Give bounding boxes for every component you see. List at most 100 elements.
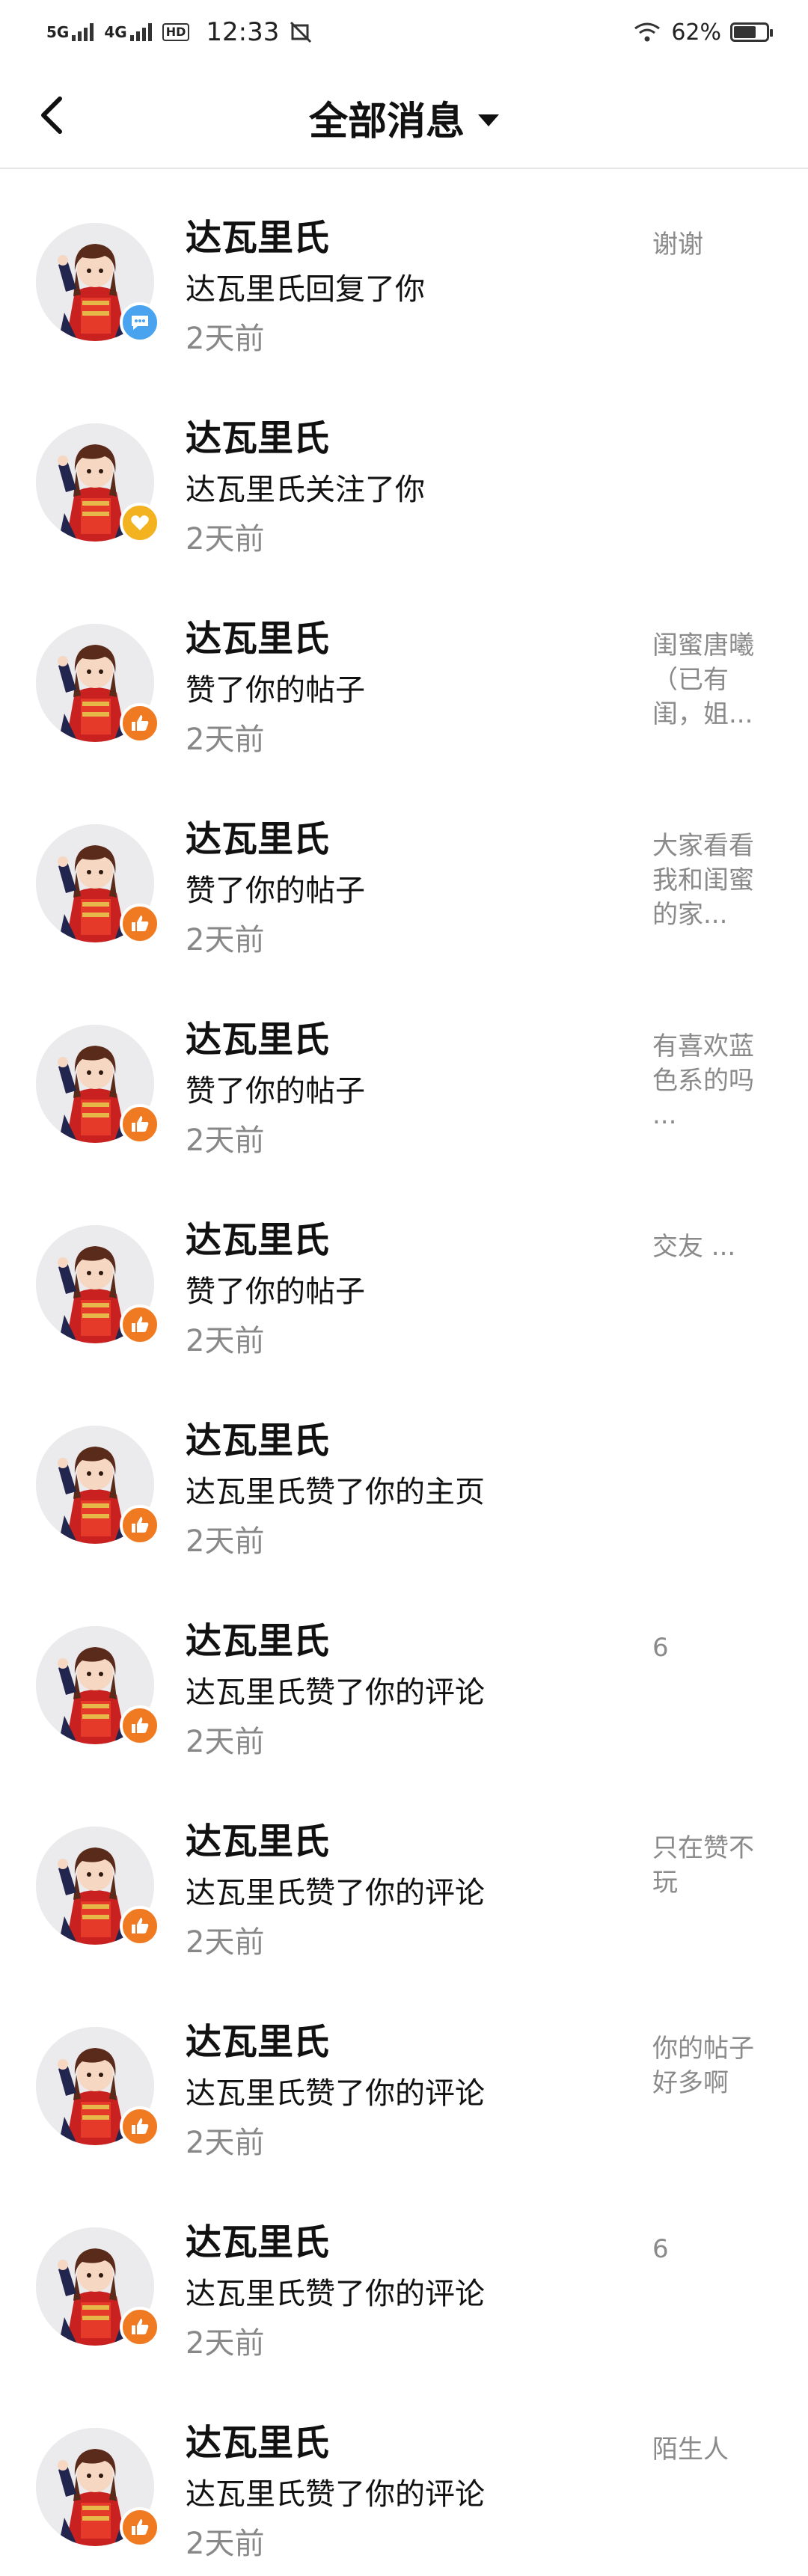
message-row[interactable]: 达瓦里氏 达瓦里氏赞了你的评论 2天前 6 bbox=[0, 2174, 808, 2374]
message-row[interactable]: 达瓦里氏 达瓦里氏赞了你的评论 2天前 你的帖子好多啊 bbox=[0, 1973, 808, 2174]
message-row[interactable]: 达瓦里氏 赞了你的帖子 2天前 交友 ... bbox=[0, 1171, 808, 1372]
timestamp: 2天前 bbox=[186, 723, 265, 757]
net1-label: 5G bbox=[46, 23, 70, 41]
notification-type-badge bbox=[120, 703, 160, 743]
message-row[interactable]: 达瓦里氏 赞了你的帖子 2天前 闺蜜唐曦（已有闺，姐... bbox=[0, 570, 808, 770]
notification-type-badge bbox=[120, 1906, 160, 1946]
notification-type-badge bbox=[120, 302, 160, 343]
notification-text: 达瓦里氏赞了你的评论 bbox=[186, 2277, 485, 2311]
top-header: 全部消息 bbox=[0, 64, 808, 169]
message-row[interactable]: 达瓦里氏 达瓦里氏关注了你 2天前 bbox=[0, 369, 808, 570]
post-snippet[interactable]: 只在赞不玩 bbox=[652, 1831, 772, 1900]
message-row[interactable]: 达瓦里氏 达瓦里氏赞了你的主页 2天前 bbox=[0, 1372, 808, 1572]
thumbs-up-icon bbox=[129, 713, 150, 734]
signal-bars-icon bbox=[72, 23, 94, 41]
notification-text: 达瓦里氏赞了你的主页 bbox=[186, 1475, 485, 1509]
message-list: 达瓦里氏 达瓦里氏回复了你 2天前 谢谢 达瓦里氏 达瓦里氏关注了你 2天前 达… bbox=[0, 169, 808, 2575]
timestamp: 2天前 bbox=[186, 1925, 265, 1960]
status-left: 5G 4G HD 12:33 bbox=[46, 17, 312, 47]
battery-percent: 62% bbox=[671, 19, 721, 46]
sender-name[interactable]: 达瓦里氏 bbox=[186, 609, 329, 661]
notification-type-badge bbox=[120, 2106, 160, 2147]
chat-bubble-icon bbox=[129, 312, 150, 333]
heart-icon bbox=[129, 512, 150, 533]
thumbs-up-icon bbox=[129, 913, 150, 934]
message-row[interactable]: 达瓦里氏 达瓦里氏回复了你 2天前 谢谢 bbox=[0, 169, 808, 369]
silent-icon bbox=[290, 21, 312, 43]
message-row[interactable]: 达瓦里氏 达瓦里氏赞了你的评论 2天前 只在赞不玩 bbox=[0, 1773, 808, 1973]
sender-name[interactable]: 达瓦里氏 bbox=[186, 1611, 329, 1663]
notification-text: 达瓦里氏关注了你 bbox=[186, 473, 425, 507]
post-snippet[interactable]: 闺蜜唐曦（已有闺，姐... bbox=[652, 628, 772, 732]
signal-5g: 5G bbox=[46, 23, 94, 41]
message-row[interactable]: 达瓦里氏 达瓦里氏赞了你的评论 2天前 陌生人 bbox=[0, 2374, 808, 2575]
sender-name[interactable]: 达瓦里氏 bbox=[186, 2012, 329, 2064]
post-snippet[interactable]: 6 bbox=[652, 1631, 772, 1665]
timestamp: 2天前 bbox=[186, 2126, 265, 2160]
sender-name[interactable]: 达瓦里氏 bbox=[186, 1010, 329, 1062]
sender-name[interactable]: 达瓦里氏 bbox=[186, 1210, 329, 1263]
dropdown-caret-icon bbox=[478, 114, 499, 126]
timestamp: 2天前 bbox=[186, 923, 265, 957]
notification-text: 达瓦里氏赞了你的评论 bbox=[186, 1675, 485, 1710]
notification-type-badge bbox=[120, 1705, 160, 1746]
thumbs-up-icon bbox=[129, 2517, 150, 2538]
notification-type-badge bbox=[120, 2507, 160, 2548]
notification-text: 达瓦里氏赞了你的评论 bbox=[186, 2076, 485, 2111]
sender-name[interactable]: 达瓦里氏 bbox=[186, 2212, 329, 2265]
status-time: 12:33 bbox=[206, 17, 280, 47]
notification-type-badge bbox=[120, 1104, 160, 1144]
sender-name[interactable]: 达瓦里氏 bbox=[186, 408, 329, 461]
timestamp: 2天前 bbox=[186, 322, 265, 356]
thumbs-up-icon bbox=[129, 1114, 150, 1135]
post-snippet[interactable]: 谢谢 bbox=[652, 227, 772, 262]
post-snippet[interactable]: 你的帖子好多啊 bbox=[652, 2031, 772, 2100]
message-filter-dropdown[interactable]: 全部消息 bbox=[0, 90, 808, 146]
wifi-icon bbox=[634, 22, 661, 42]
notification-type-badge bbox=[120, 1505, 160, 1545]
sender-name[interactable]: 达瓦里氏 bbox=[186, 2413, 329, 2465]
page-title: 全部消息 bbox=[308, 99, 465, 144]
notification-text: 达瓦里氏赞了你的评论 bbox=[186, 1876, 485, 1910]
sender-name[interactable]: 达瓦里氏 bbox=[186, 1411, 329, 1463]
timestamp: 2天前 bbox=[186, 1725, 265, 1759]
sender-name[interactable]: 达瓦里氏 bbox=[186, 208, 329, 260]
timestamp: 2天前 bbox=[186, 2527, 265, 2561]
thumbs-up-icon bbox=[129, 2116, 150, 2137]
notification-type-badge bbox=[120, 1304, 160, 1345]
timestamp: 2天前 bbox=[186, 2326, 265, 2361]
post-snippet[interactable]: 交友 ... bbox=[652, 1230, 772, 1264]
post-snippet[interactable]: 陌生人 bbox=[652, 2432, 772, 2467]
notification-text: 赞了你的帖子 bbox=[186, 1074, 365, 1108]
thumbs-up-icon bbox=[129, 2316, 150, 2337]
timestamp: 2天前 bbox=[186, 1324, 265, 1358]
sender-name[interactable]: 达瓦里氏 bbox=[186, 809, 329, 862]
notification-type-badge bbox=[120, 2307, 160, 2347]
post-snippet[interactable]: 6 bbox=[652, 2232, 772, 2266]
sender-name[interactable]: 达瓦里氏 bbox=[186, 1812, 329, 1864]
notification-text: 达瓦里氏赞了你的评论 bbox=[186, 2477, 485, 2512]
thumbs-up-icon bbox=[129, 1515, 150, 1536]
notification-text: 赞了你的帖子 bbox=[186, 874, 365, 908]
notification-text: 达瓦里氏回复了你 bbox=[186, 272, 425, 307]
thumbs-up-icon bbox=[129, 1715, 150, 1736]
message-row[interactable]: 达瓦里氏 赞了你的帖子 2天前 大家看看我和闺蜜的家... bbox=[0, 770, 808, 971]
notification-type-badge bbox=[120, 503, 160, 543]
net2-label: 4G bbox=[104, 23, 127, 41]
message-row[interactable]: 达瓦里氏 达瓦里氏赞了你的评论 2天前 6 bbox=[0, 1572, 808, 1773]
message-row[interactable]: 达瓦里氏 赞了你的帖子 2天前 有喜欢蓝色系的吗 ... bbox=[0, 971, 808, 1171]
notification-type-badge bbox=[120, 904, 160, 944]
status-bar: 5G 4G HD 12:33 62% bbox=[0, 0, 808, 64]
thumbs-up-icon bbox=[129, 1314, 150, 1335]
thumbs-up-icon bbox=[129, 1916, 150, 1936]
status-right: 62% bbox=[632, 19, 773, 46]
notification-text: 赞了你的帖子 bbox=[186, 673, 365, 708]
post-snippet[interactable]: 有喜欢蓝色系的吗 ... bbox=[652, 1029, 772, 1132]
signal-bars-icon bbox=[129, 23, 152, 41]
timestamp: 2天前 bbox=[186, 1524, 265, 1559]
signal-4g: 4G bbox=[104, 23, 152, 41]
post-snippet[interactable]: 大家看看我和闺蜜的家... bbox=[652, 829, 772, 932]
battery-icon bbox=[730, 22, 773, 42]
notification-text: 赞了你的帖子 bbox=[186, 1275, 365, 1309]
timestamp: 2天前 bbox=[186, 1123, 265, 1158]
